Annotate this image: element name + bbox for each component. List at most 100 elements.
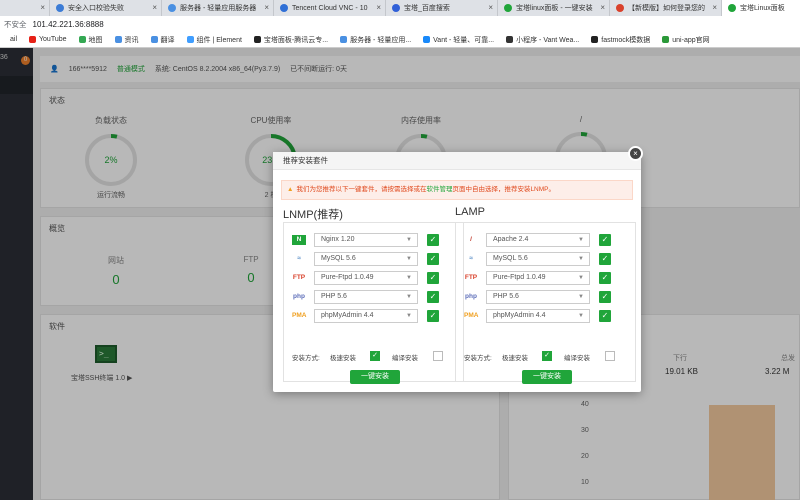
- version-select[interactable]: MySQL 5.6 ▼: [486, 252, 590, 266]
- package-row: FTP Pure-Ftpd 1.0.49 ▼ ✓: [464, 271, 627, 285]
- bookmark-icon: [340, 36, 348, 43]
- bookmark-label: 组件 | Element: [196, 36, 242, 44]
- version-value: PHP 5.6: [321, 293, 347, 300]
- version-select[interactable]: Pure-Ftpd 1.0.49 ▼: [486, 271, 590, 285]
- bookmark-label: 宝塔面板-腾讯云专...: [263, 36, 329, 44]
- version-select[interactable]: PHP 5.6 ▼: [486, 290, 590, 304]
- bookmark-item[interactable]: fastmock模数据: [591, 35, 650, 45]
- package-checkbox[interactable]: ✓: [599, 272, 611, 284]
- fast-install-checkbox[interactable]: ✓: [370, 351, 380, 361]
- package-box: / Apache 2.4 ▼ ✓ ≈ MySQL 5.6 ▼ ✓ FTP Pure-Ftpd 1.…: [455, 222, 636, 384]
- compile-install-checkbox[interactable]: [433, 351, 443, 361]
- bookmark-icon: [186, 36, 194, 43]
- compile-install-checkbox[interactable]: [605, 351, 615, 361]
- compile-install-label: 编译安装: [564, 355, 590, 362]
- version-select[interactable]: Nginx 1.20 ▼: [314, 233, 418, 247]
- version-value: Apache 2.4: [493, 236, 529, 243]
- close-icon[interactable]: ×: [712, 3, 717, 12]
- browser-tab[interactable]: 服务器 - 轻量应用服务器 ×: [162, 0, 274, 16]
- browser-tab[interactable]: 安全入口校验失败 ×: [50, 0, 162, 16]
- tab-title: 【新模版】如何登录您的: [628, 5, 705, 12]
- package-checkbox[interactable]: ✓: [599, 291, 611, 303]
- version-value: MySQL 5.6: [493, 255, 528, 262]
- package-row: php PHP 5.6 ▼ ✓: [464, 290, 627, 304]
- close-icon[interactable]: ×: [488, 3, 493, 12]
- bookmark-label: 小程序 - Vant Wea...: [516, 36, 580, 44]
- bookmark-item[interactable]: YouTube: [29, 36, 67, 43]
- package-icon: N: [292, 235, 306, 245]
- close-icon[interactable]: ×: [152, 3, 157, 12]
- bookmark-item[interactable]: ail: [0, 36, 17, 43]
- close-icon[interactable]: ×: [376, 3, 381, 12]
- browser-tab-partial[interactable]: ×: [0, 0, 50, 16]
- tab-favicon-icon: [56, 4, 64, 12]
- chevron-down-icon: ▼: [406, 313, 412, 319]
- address-bar[interactable]: 不安全 101.42.221.36:8888: [0, 16, 800, 32]
- close-icon[interactable]: ×: [40, 3, 45, 12]
- bookmark-label: 资讯: [124, 36, 139, 44]
- one-click-install-button[interactable]: 一键安装: [350, 370, 400, 384]
- version-select[interactable]: phpMyAdmin 4.4 ▼: [314, 309, 418, 323]
- version-select[interactable]: PHP 5.6 ▼: [314, 290, 418, 304]
- bookmark-item[interactable]: 小程序 - Vant Wea...: [506, 35, 579, 45]
- package-checkbox[interactable]: ✓: [427, 291, 439, 303]
- browser-tab[interactable]: 宝塔_百度搜索 ×: [386, 0, 498, 16]
- package-row: ≈ MySQL 5.6 ▼ ✓: [464, 252, 627, 266]
- recommended-install-dialog: 推荐安装套件 × ▲ 我们为您推荐以下一键套件，请按需选择或在软件管理页面中自由选…: [273, 146, 643, 392]
- bookmark-icon: [78, 36, 86, 43]
- package-checkbox[interactable]: ✓: [427, 234, 439, 246]
- one-click-install-button[interactable]: 一键安装: [522, 370, 572, 384]
- version-value: Pure-Ftpd 1.0.49: [493, 274, 546, 281]
- bookmark-item[interactable]: 组件 | Element: [186, 35, 242, 45]
- version-value: Pure-Ftpd 1.0.49: [321, 274, 374, 281]
- tab-title: 宝塔_百度搜索: [404, 5, 450, 12]
- version-select[interactable]: MySQL 5.6 ▼: [314, 252, 418, 266]
- browser-tab[interactable]: 宝塔Linux面板×: [722, 0, 800, 16]
- version-value: Nginx 1.20: [321, 236, 355, 243]
- security-warning[interactable]: 不安全: [4, 19, 27, 30]
- bookmark-label: 翻译: [160, 36, 175, 44]
- lamp-column: LAMP / Apache 2.4 ▼ ✓ ≈ MySQL 5.6 ▼ ✓ FTP Pure-Ftp…: [455, 206, 636, 384]
- fast-install-label: 极速安装: [330, 355, 356, 362]
- browser-tab[interactable]: 宝塔linux面板 - 一键安装 ×: [498, 0, 610, 16]
- chevron-down-icon: ▼: [406, 294, 412, 300]
- tab-favicon-icon: [728, 4, 736, 12]
- bookmark-item[interactable]: uni-app官网: [662, 35, 710, 45]
- package-checkbox[interactable]: ✓: [599, 253, 611, 265]
- package-row: ≈ MySQL 5.6 ▼ ✓: [292, 252, 455, 266]
- browser-tab[interactable]: Tencent Cloud VNC - 10 ×: [274, 0, 386, 16]
- bookmark-item[interactable]: Vant - 轻量、可靠...: [423, 35, 494, 45]
- version-select[interactable]: Pure-Ftpd 1.0.49 ▼: [314, 271, 418, 285]
- bookmark-icon: [423, 36, 431, 43]
- url-text[interactable]: 101.42.221.36:8888: [33, 20, 104, 29]
- version-value: MySQL 5.6: [321, 255, 356, 262]
- package-checkbox[interactable]: ✓: [427, 310, 439, 322]
- dialog-title: 推荐安装套件: [273, 152, 641, 170]
- bookmark-item[interactable]: 翻译: [150, 35, 175, 45]
- fast-install-checkbox[interactable]: ✓: [542, 351, 552, 361]
- package-checkbox[interactable]: ✓: [599, 310, 611, 322]
- tab-title: 安全入口校验失败: [68, 5, 124, 12]
- bookmark-item[interactable]: 地图: [78, 35, 103, 45]
- package-row: / Apache 2.4 ▼ ✓: [464, 233, 627, 247]
- bookmark-label: 地图: [88, 36, 103, 44]
- bookmark-label: 服务器 - 轻量应用...: [350, 36, 412, 44]
- package-checkbox[interactable]: ✓: [427, 253, 439, 265]
- package-row: N Nginx 1.20 ▼ ✓: [292, 233, 455, 247]
- version-select[interactable]: Apache 2.4 ▼: [486, 233, 590, 247]
- browser-tab[interactable]: 【新模版】如何登录您的 ×: [610, 0, 722, 16]
- tab-favicon-icon: [280, 4, 288, 12]
- bookmark-item[interactable]: 宝塔面板-腾讯云专...: [253, 35, 329, 45]
- version-select[interactable]: phpMyAdmin 4.4 ▼: [486, 309, 590, 323]
- chevron-down-icon: ▼: [578, 294, 584, 300]
- fast-install-label: 极速安装: [502, 355, 528, 362]
- close-icon[interactable]: ×: [600, 3, 605, 12]
- package-checkbox[interactable]: ✓: [427, 272, 439, 284]
- bookmark-item[interactable]: 资讯: [114, 35, 139, 45]
- close-icon[interactable]: ×: [264, 3, 269, 12]
- bookmark-icon: [662, 36, 670, 43]
- bookmark-item[interactable]: 服务器 - 轻量应用...: [340, 35, 411, 45]
- close-icon[interactable]: ×: [628, 146, 643, 161]
- package-checkbox[interactable]: ✓: [599, 234, 611, 246]
- software-manage-link[interactable]: 软件管理: [426, 186, 452, 193]
